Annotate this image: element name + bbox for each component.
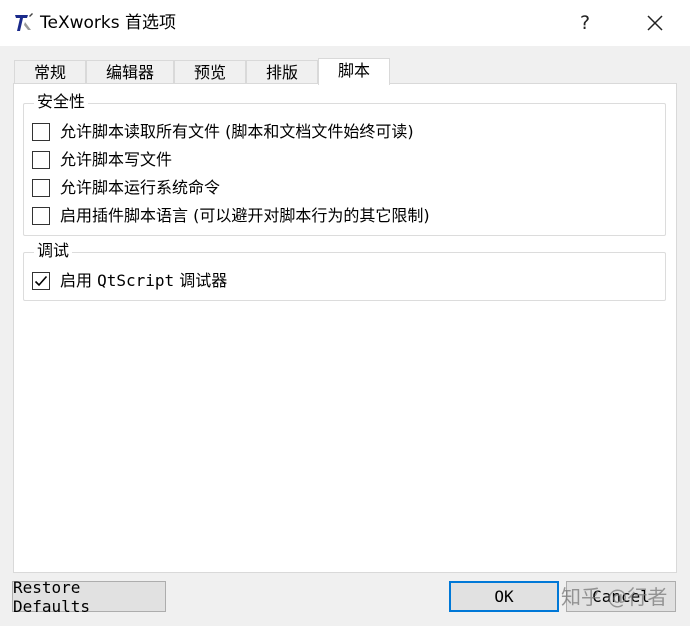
- tab-editor[interactable]: 编辑器: [86, 60, 174, 85]
- tab-label: 脚本: [337, 61, 370, 80]
- help-glyph: ?: [579, 12, 591, 34]
- enable-qtscript-debugger-checkbox[interactable]: [32, 272, 50, 290]
- cancel-button[interactable]: Cancel: [566, 581, 676, 612]
- debug-group-title: 调试: [34, 241, 73, 261]
- debugger-label-suffix: 调试器: [174, 271, 228, 290]
- allow-read-all-files-option[interactable]: 允许脚本读取所有文件 (脚本和文档文件始终可读): [32, 121, 414, 143]
- allow-system-commands-checkbox[interactable]: [32, 179, 50, 197]
- tab-scripts[interactable]: 脚本: [318, 58, 390, 85]
- allow-read-all-files-checkbox[interactable]: [32, 123, 50, 141]
- debugger-label-qtscript: QtScript: [97, 271, 175, 290]
- tab-label: 排版: [265, 63, 298, 82]
- security-group-title: 安全性: [34, 92, 89, 112]
- allow-write-files-checkbox[interactable]: [32, 151, 50, 169]
- allow-system-commands-option[interactable]: 允许脚本运行系统命令: [32, 177, 220, 199]
- enable-qtscript-debugger-option[interactable]: 启用 QtScript 调试器: [32, 270, 227, 292]
- security-group: 安全性 允许脚本读取所有文件 (脚本和文档文件始终可读) 允许脚本写文件 允许脚…: [23, 92, 666, 236]
- debug-group: 调试 启用 QtScript 调试器: [23, 241, 666, 301]
- help-icon[interactable]: ?: [562, 0, 608, 46]
- texworks-app-icon: [13, 13, 33, 33]
- close-glyph: [647, 15, 663, 31]
- tab-preview[interactable]: 预览: [174, 60, 246, 85]
- title-bar: TeXworks 首选项 ?: [0, 0, 690, 46]
- tab-bar: 常规 编辑器 预览 排版 脚本: [14, 58, 676, 85]
- tab-general[interactable]: 常规: [14, 60, 86, 85]
- enable-qtscript-debugger-label: 启用 QtScript 调试器: [60, 271, 227, 291]
- tab-label: 编辑器: [105, 63, 154, 82]
- checkmark-icon: [34, 275, 48, 287]
- allow-write-files-option[interactable]: 允许脚本写文件: [32, 149, 172, 171]
- ok-button[interactable]: OK: [449, 581, 559, 612]
- tab-label: 常规: [33, 63, 66, 82]
- tab-typesetting[interactable]: 排版: [246, 60, 318, 85]
- debugger-label-prefix: 启用: [60, 271, 98, 290]
- allow-write-files-label: 允许脚本写文件: [60, 150, 173, 169]
- enable-plugin-scripting-checkbox[interactable]: [32, 207, 50, 225]
- allow-read-all-files-label: 允许脚本读取所有文件 (脚本和文档文件始终可读): [60, 122, 414, 141]
- close-icon[interactable]: [632, 0, 678, 46]
- scripts-panel: 安全性 允许脚本读取所有文件 (脚本和文档文件始终可读) 允许脚本写文件 允许脚…: [13, 83, 677, 573]
- restore-defaults-button[interactable]: Restore Defaults: [12, 578, 166, 616]
- allow-system-commands-label: 允许脚本运行系统命令: [60, 178, 221, 197]
- window-title: TeXworks 首选项: [40, 13, 176, 33]
- enable-plugin-scripting-label: 启用插件脚本语言 (可以避开对脚本行为的其它限制): [60, 206, 430, 225]
- enable-plugin-scripting-option[interactable]: 启用插件脚本语言 (可以避开对脚本行为的其它限制): [32, 205, 430, 227]
- tab-label: 预览: [193, 63, 226, 82]
